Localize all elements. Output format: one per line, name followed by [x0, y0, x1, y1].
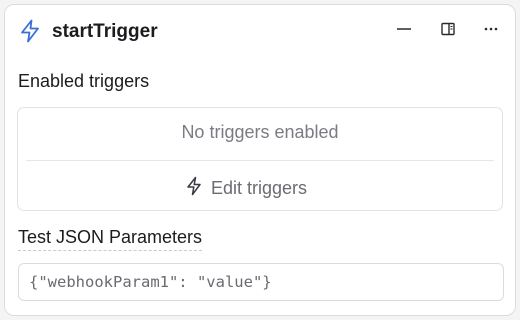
divider: [26, 160, 494, 161]
bolt-icon: [186, 176, 202, 201]
more-icon: [483, 21, 499, 42]
test-json-parameters-label: Test JSON Parameters: [18, 227, 203, 251]
panel-title: startTrigger: [52, 21, 158, 42]
empty-triggers-message: No triggers enabled: [181, 122, 339, 142]
trigger-panel: startTrigger Enabled triggers No trigger…: [4, 4, 516, 316]
minimize-button[interactable]: [390, 19, 418, 43]
enabled-triggers-label: Enabled triggers: [18, 71, 150, 91]
panel-header: startTrigger: [5, 5, 515, 57]
minimize-icon: [396, 21, 412, 42]
more-button[interactable]: [477, 19, 505, 43]
triggers-box: No triggers enabled Edit triggers: [17, 107, 503, 211]
json-parameters-input[interactable]: [18, 263, 504, 301]
panel-toggle-icon: [440, 21, 456, 42]
edit-triggers-button[interactable]: Edit triggers: [186, 174, 307, 202]
bolt-icon: [17, 18, 43, 44]
panel-toggle-button[interactable]: [434, 19, 462, 43]
edit-triggers-label: Edit triggers: [211, 177, 308, 198]
